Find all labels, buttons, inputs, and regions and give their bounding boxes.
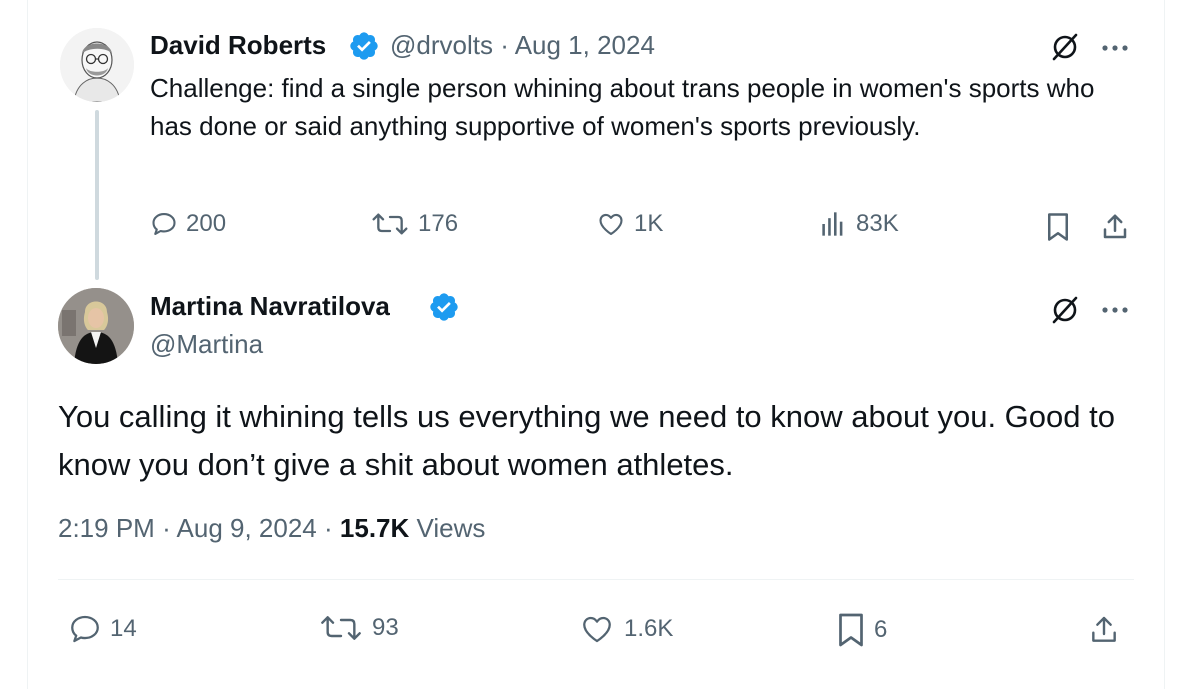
parent-repost-button[interactable]: 176 <box>370 210 458 238</box>
share-button[interactable] <box>1086 612 1122 648</box>
parent-share-button[interactable] <box>1098 210 1132 244</box>
separator: · <box>162 513 171 543</box>
more-icon[interactable] <box>1098 300 1132 320</box>
views-count: 15.7K <box>339 513 410 543</box>
frame-border-left <box>27 0 28 689</box>
repost-count: 176 <box>418 210 459 237</box>
post-date[interactable]: Aug 9, 2024 <box>177 513 317 543</box>
reply-button[interactable]: 14 <box>68 612 137 646</box>
handle-date[interactable]: @drvolts · Aug 1, 2024 <box>390 30 655 61</box>
reply-count: 14 <box>110 615 137 642</box>
reply-icon <box>152 213 176 235</box>
verified-badge-icon[interactable] <box>348 30 380 62</box>
parent-like-button[interactable]: 1K <box>596 210 663 238</box>
like-count: 1K <box>634 210 664 237</box>
verified-badge-icon[interactable] <box>428 291 460 323</box>
like-icon <box>599 213 623 235</box>
share-icon <box>1092 616 1116 642</box>
avatar-martina-navratilova[interactable] <box>58 288 134 364</box>
grok-icon[interactable] <box>1048 30 1082 64</box>
view-count: 83K <box>856 210 899 237</box>
post-meta: 2:19 PM · Aug 9, 2024 · 15.7K Views <box>58 513 485 544</box>
grok-icon[interactable] <box>1048 293 1082 327</box>
bookmark-count: 6 <box>874 616 888 643</box>
views-icon <box>822 212 843 236</box>
frame-border-right <box>1164 0 1165 689</box>
post-time[interactable]: 2:19 PM <box>58 513 155 543</box>
more-icon[interactable] <box>1098 38 1132 58</box>
author-handle[interactable]: @Martina <box>150 329 263 360</box>
avatar-david-roberts[interactable] <box>60 28 134 102</box>
like-button[interactable]: 1.6K <box>578 612 673 646</box>
parent-tweet-text: Challenge: find a single person whining … <box>150 73 1095 141</box>
reply-icon <box>71 615 99 643</box>
thread-connector-line <box>95 110 99 280</box>
reply-tweet-text: You calling it whining tells us everythi… <box>58 399 1115 482</box>
like-count: 1.6K <box>624 615 674 642</box>
separator: · <box>324 513 333 543</box>
parent-views-button[interactable]: 83K <box>820 210 899 238</box>
bookmark-icon <box>1048 213 1068 241</box>
author-name[interactable]: David Roberts <box>150 30 326 61</box>
repost-icon <box>321 616 361 640</box>
author-handle[interactable]: @drvolts <box>390 30 493 60</box>
divider <box>58 579 1134 580</box>
repost-icon <box>372 213 408 235</box>
separator: · <box>500 30 509 60</box>
share-icon <box>1103 214 1127 239</box>
repost-count: 93 <box>372 614 399 641</box>
repost-button[interactable]: 93 <box>318 612 399 644</box>
parent-bookmark-button[interactable] <box>1042 210 1074 244</box>
like-icon <box>583 616 611 643</box>
bookmark-icon <box>839 613 863 647</box>
author-name[interactable]: Martina Navratilova <box>150 291 390 322</box>
views-label: Views <box>416 513 486 543</box>
reply-count: 200 <box>186 210 227 237</box>
parent-reply-button[interactable]: 200 <box>150 210 226 238</box>
post-date[interactable]: Aug 1, 2024 <box>515 30 655 60</box>
bookmark-button[interactable]: 6 <box>836 612 887 648</box>
